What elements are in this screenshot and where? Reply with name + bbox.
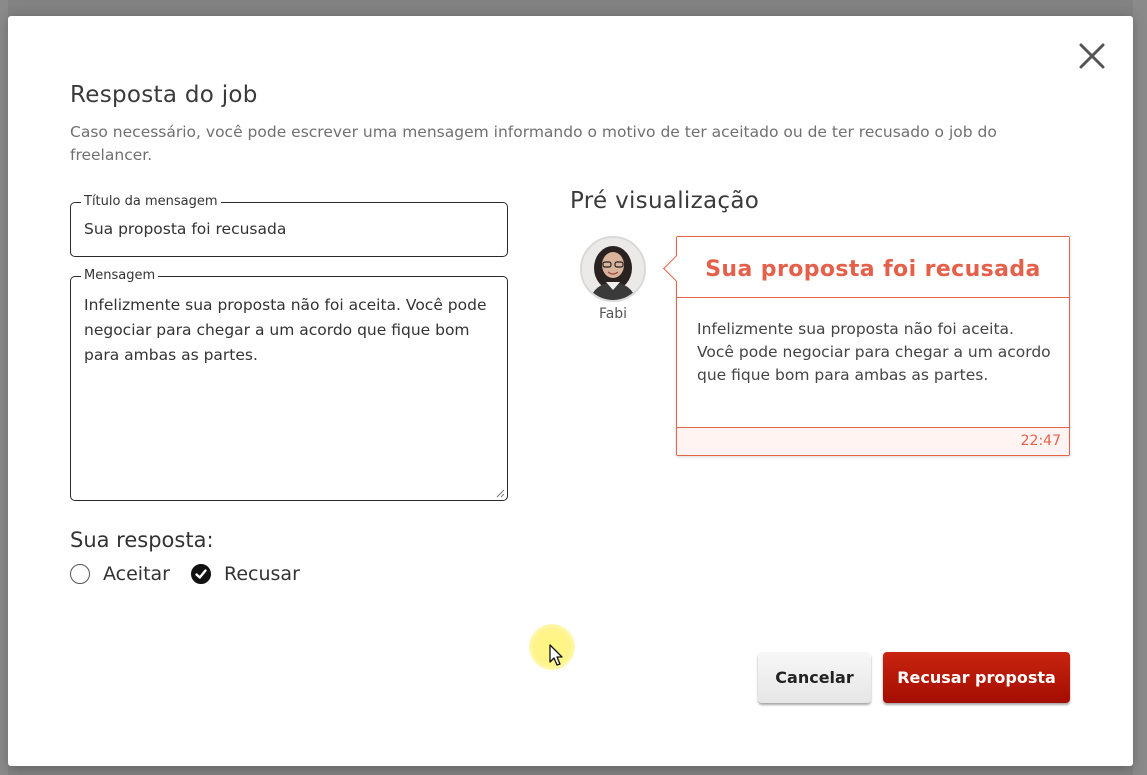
modal-title: Resposta do job	[70, 82, 258, 108]
user-avatar-icon	[582, 238, 644, 300]
bubble-body: Infelizmente sua proposta não foi aceita…	[697, 320, 1051, 384]
radio-unchecked-icon[interactable]	[70, 564, 90, 584]
message-time: 22:47	[1020, 433, 1061, 449]
message-title-label: Título da mensagem	[81, 193, 221, 211]
message-field[interactable]: Mensagem Infelizmente sua proposta não f…	[70, 267, 508, 501]
bubble-header: Sua proposta foi recusada	[677, 237, 1069, 298]
check-icon	[195, 569, 207, 579]
refuse-proposal-button-label[interactable]: Recusar proposta	[897, 668, 1056, 687]
radio-refuse[interactable]: Recusar	[191, 561, 300, 587]
background-right-strip	[1133, 0, 1147, 775]
radio-accept-label[interactable]: Aceitar	[103, 563, 170, 585]
answer-label: Sua resposta:	[70, 528, 214, 552]
mouse-cursor-icon	[549, 644, 565, 668]
close-button[interactable]	[1078, 42, 1106, 70]
radio-checked-icon[interactable]	[191, 564, 211, 584]
avatar	[580, 236, 646, 302]
resize-grip-icon[interactable]	[496, 489, 505, 498]
radio-accept[interactable]: Aceitar	[70, 561, 170, 587]
radio-refuse-label[interactable]: Recusar	[224, 563, 300, 585]
message-textarea[interactable]: Infelizmente sua proposta não foi aceita…	[84, 293, 499, 368]
message-label: Mensagem	[81, 267, 159, 285]
close-icon	[1079, 43, 1105, 69]
message-title-input[interactable]: Sua proposta foi recusada	[84, 220, 494, 238]
cancel-button[interactable]: Cancelar	[758, 652, 871, 703]
sender-name: Fabi	[598, 306, 628, 322]
bubble-footer: 22:47	[677, 427, 1069, 455]
refuse-proposal-button[interactable]: Recusar proposta	[883, 652, 1070, 703]
modal-description: Caso necessário, você pode escrever uma …	[70, 123, 997, 164]
message-preview-bubble: Sua proposta foi recusada Infelizmente s…	[663, 236, 1070, 456]
cancel-button-label[interactable]: Cancelar	[775, 668, 853, 687]
bubble-title: Sua proposta foi recusada	[705, 256, 1041, 282]
preview-title: Pré visualização	[570, 188, 760, 214]
background-left-strip	[0, 0, 8, 775]
message-title-field[interactable]: Título da mensagem Sua proposta foi recu…	[70, 193, 508, 257]
